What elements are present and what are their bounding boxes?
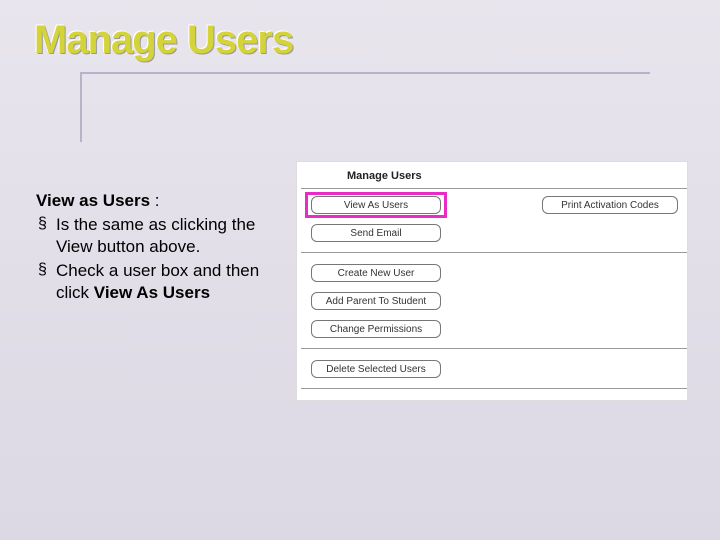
description-block: View as Users : Is the same as clicking …	[36, 190, 266, 306]
bullet-bold: View As Users	[94, 283, 210, 302]
divider	[301, 252, 687, 253]
divider	[301, 188, 687, 189]
view-as-users-button[interactable]: View As Users	[311, 196, 441, 214]
lead-suffix: :	[150, 191, 159, 210]
print-activation-codes-button[interactable]: Print Activation Codes	[542, 196, 678, 214]
bullet-item: Check a user box and then click View As …	[36, 260, 266, 304]
bullet-item: Is the same as clicking the View button …	[36, 214, 266, 258]
divider	[301, 388, 687, 389]
manage-users-panel: Manage Users View As Users Print Activat…	[296, 161, 688, 401]
slide-title: Manage Users	[34, 18, 293, 63]
change-permissions-button[interactable]: Change Permissions	[311, 320, 441, 338]
send-email-button[interactable]: Send Email	[311, 224, 441, 242]
lead-label: View as Users	[36, 191, 150, 210]
add-parent-to-student-button[interactable]: Add Parent To Student	[311, 292, 441, 310]
bullet-text: Is the same as clicking the View button …	[56, 215, 255, 256]
panel-heading: Manage Users	[347, 170, 422, 182]
create-new-user-button[interactable]: Create New User	[311, 264, 441, 282]
title-underline	[90, 72, 650, 74]
divider	[301, 348, 687, 349]
delete-selected-users-button[interactable]: Delete Selected Users	[311, 360, 441, 378]
corner-accent	[80, 72, 90, 142]
